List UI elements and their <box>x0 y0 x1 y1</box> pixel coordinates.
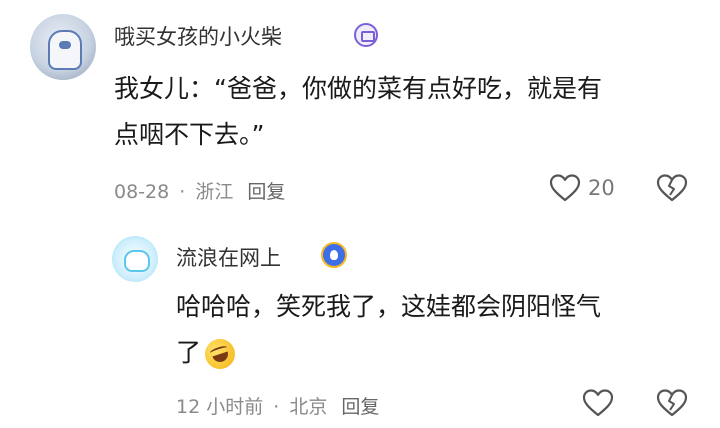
comment-meta: 08-28 · 浙江 回复 <box>114 177 285 204</box>
reply-button[interactable]: 回复 <box>247 181 285 203</box>
broken-heart-icon[interactable] <box>656 388 688 418</box>
reply-time: 12 小时前 <box>176 396 264 418</box>
comment-date: 08-28 <box>114 181 170 203</box>
reply-text: 哈哈哈，笑死我了，这娃都会阴阳怪气 了 <box>176 284 601 376</box>
reply-line: 了 <box>176 338 202 367</box>
heart-icon[interactable] <box>549 173 581 203</box>
avatar-figure <box>124 250 150 272</box>
reply-button[interactable]: 回复 <box>341 396 379 418</box>
username[interactable]: 流浪在网上 <box>176 242 281 272</box>
avatar[interactable] <box>112 236 158 282</box>
reply-line-wrapper: 了 <box>176 330 601 376</box>
reply-location: 北京 <box>289 396 328 418</box>
rolling-laughing-emoji <box>201 335 239 373</box>
comment-text: 我女儿：“爸爸，你做的菜有点好吃，就是有 点咽不下去。” <box>114 66 602 158</box>
meta-separator: · <box>273 396 280 418</box>
broken-heart-icon[interactable] <box>656 173 688 203</box>
heart-icon[interactable] <box>582 388 614 418</box>
comment-line: 我女儿：“爸爸，你做的菜有点好吃，就是有 <box>114 74 602 103</box>
reply-meta: 12 小时前 · 北京 回复 <box>176 392 379 419</box>
comment-line: 点咽不下去。” <box>114 120 265 149</box>
fish-badge-icon <box>321 242 347 268</box>
like-count: 20 <box>588 176 615 200</box>
reply-line: 哈哈哈，笑死我了，这娃都会阴阳怪气 <box>176 292 602 321</box>
avatar-figure <box>48 30 82 70</box>
comment-location: 浙江 <box>195 181 234 203</box>
meta-separator: · <box>179 181 186 203</box>
username[interactable]: 哦买女孩的小火柴 <box>114 21 282 51</box>
avatar[interactable] <box>30 14 96 80</box>
vip-badge-icon <box>354 23 378 47</box>
